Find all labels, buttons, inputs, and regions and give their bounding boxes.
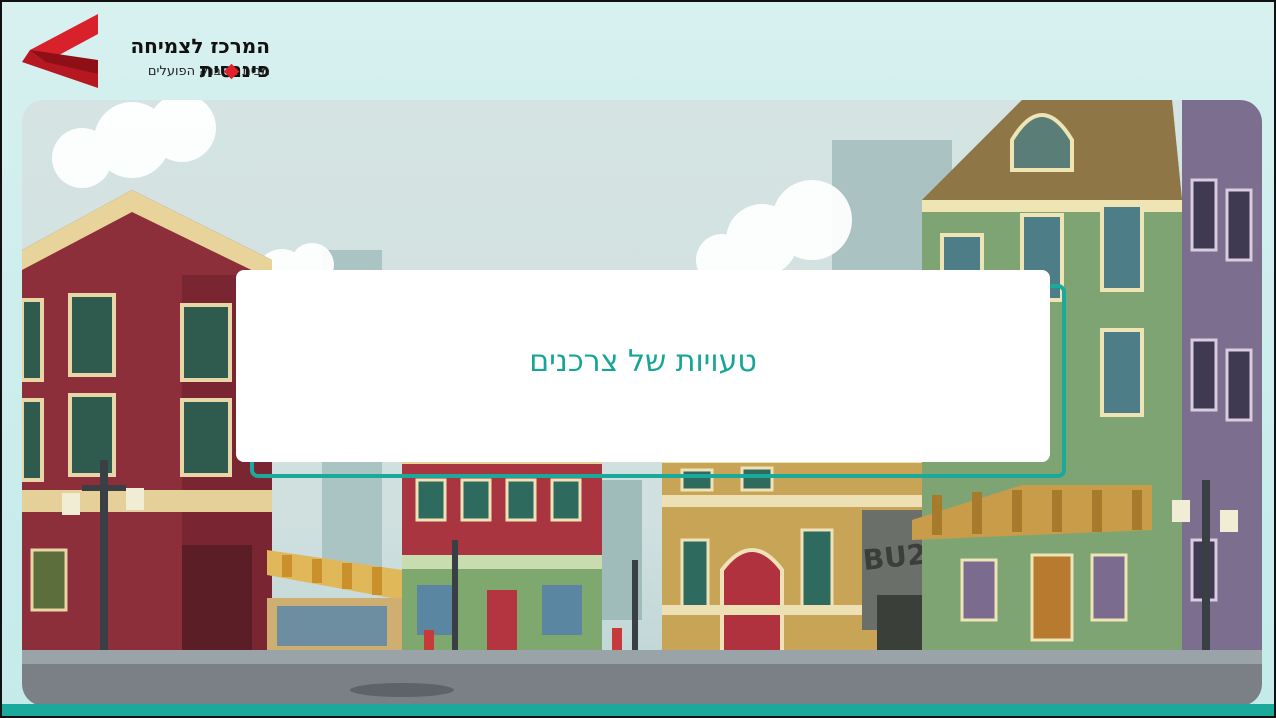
slide-title: טעויות של צרכנים	[529, 343, 757, 379]
brand-logo: המרכז לצמיחה פיננסית מביתבנק הפועלים	[20, 10, 270, 90]
logo-subtitle-bank: בנק הפועלים	[147, 64, 222, 79]
slide-frame: המרכז לצמיחה פיננסית מביתבנק הפועלים	[0, 0, 1276, 718]
bank-hapoalim-logo-icon	[22, 14, 98, 88]
diamond-icon	[223, 63, 240, 80]
bottom-accent-bar	[2, 704, 1274, 716]
title-card: טעויות של צרכנים	[236, 270, 1050, 462]
logo-subtitle: מבית בנק הפועלים	[90, 63, 270, 80]
logo-subtitle-prefix: מבית	[242, 64, 270, 79]
graffiti-text: BU2	[861, 537, 928, 576]
